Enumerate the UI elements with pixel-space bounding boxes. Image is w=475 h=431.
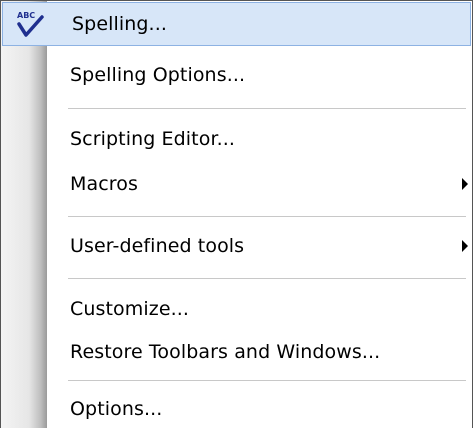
menu-separator [68,380,466,384]
menu-item-options[interactable]: Options... [1,387,472,431]
svg-text:ABC: ABC [17,11,35,20]
menu-item-spelling-options[interactable]: Spelling Options... [1,53,472,97]
menu-item-customize[interactable]: Customize... [1,287,472,331]
menu-item-label: Customize... [70,298,190,320]
menu-item-label: Scripting Editor... [70,128,236,150]
menu-item-label: Restore Toolbars and Windows... [70,341,381,363]
menu-separator [68,278,466,282]
menu-separator [68,216,466,220]
submenu-arrow-icon [462,178,468,190]
menu-separator [68,108,466,112]
menu-item-macros[interactable]: Macros [1,162,472,206]
menu-item-label: Macros [70,173,138,195]
menu-item-label: Spelling Options... [70,64,246,86]
menu-item-label: User-defined tools [70,235,245,257]
menu-item-spelling[interactable]: ABC Spelling... [2,2,471,46]
menu-item-label: Options... [70,398,163,420]
submenu-arrow-icon [462,240,468,252]
menu-item-user-defined-tools[interactable]: User-defined tools [1,224,472,268]
menu-item-restore-toolbars[interactable]: Restore Toolbars and Windows... [1,330,472,374]
tools-menu: ABC Spelling... Spelling Options... Scri… [0,0,473,428]
spellcheck-icon: ABC [17,11,44,37]
menu-item-label: Spelling... [72,13,167,35]
menu-item-scripting-editor[interactable]: Scripting Editor... [1,117,472,161]
